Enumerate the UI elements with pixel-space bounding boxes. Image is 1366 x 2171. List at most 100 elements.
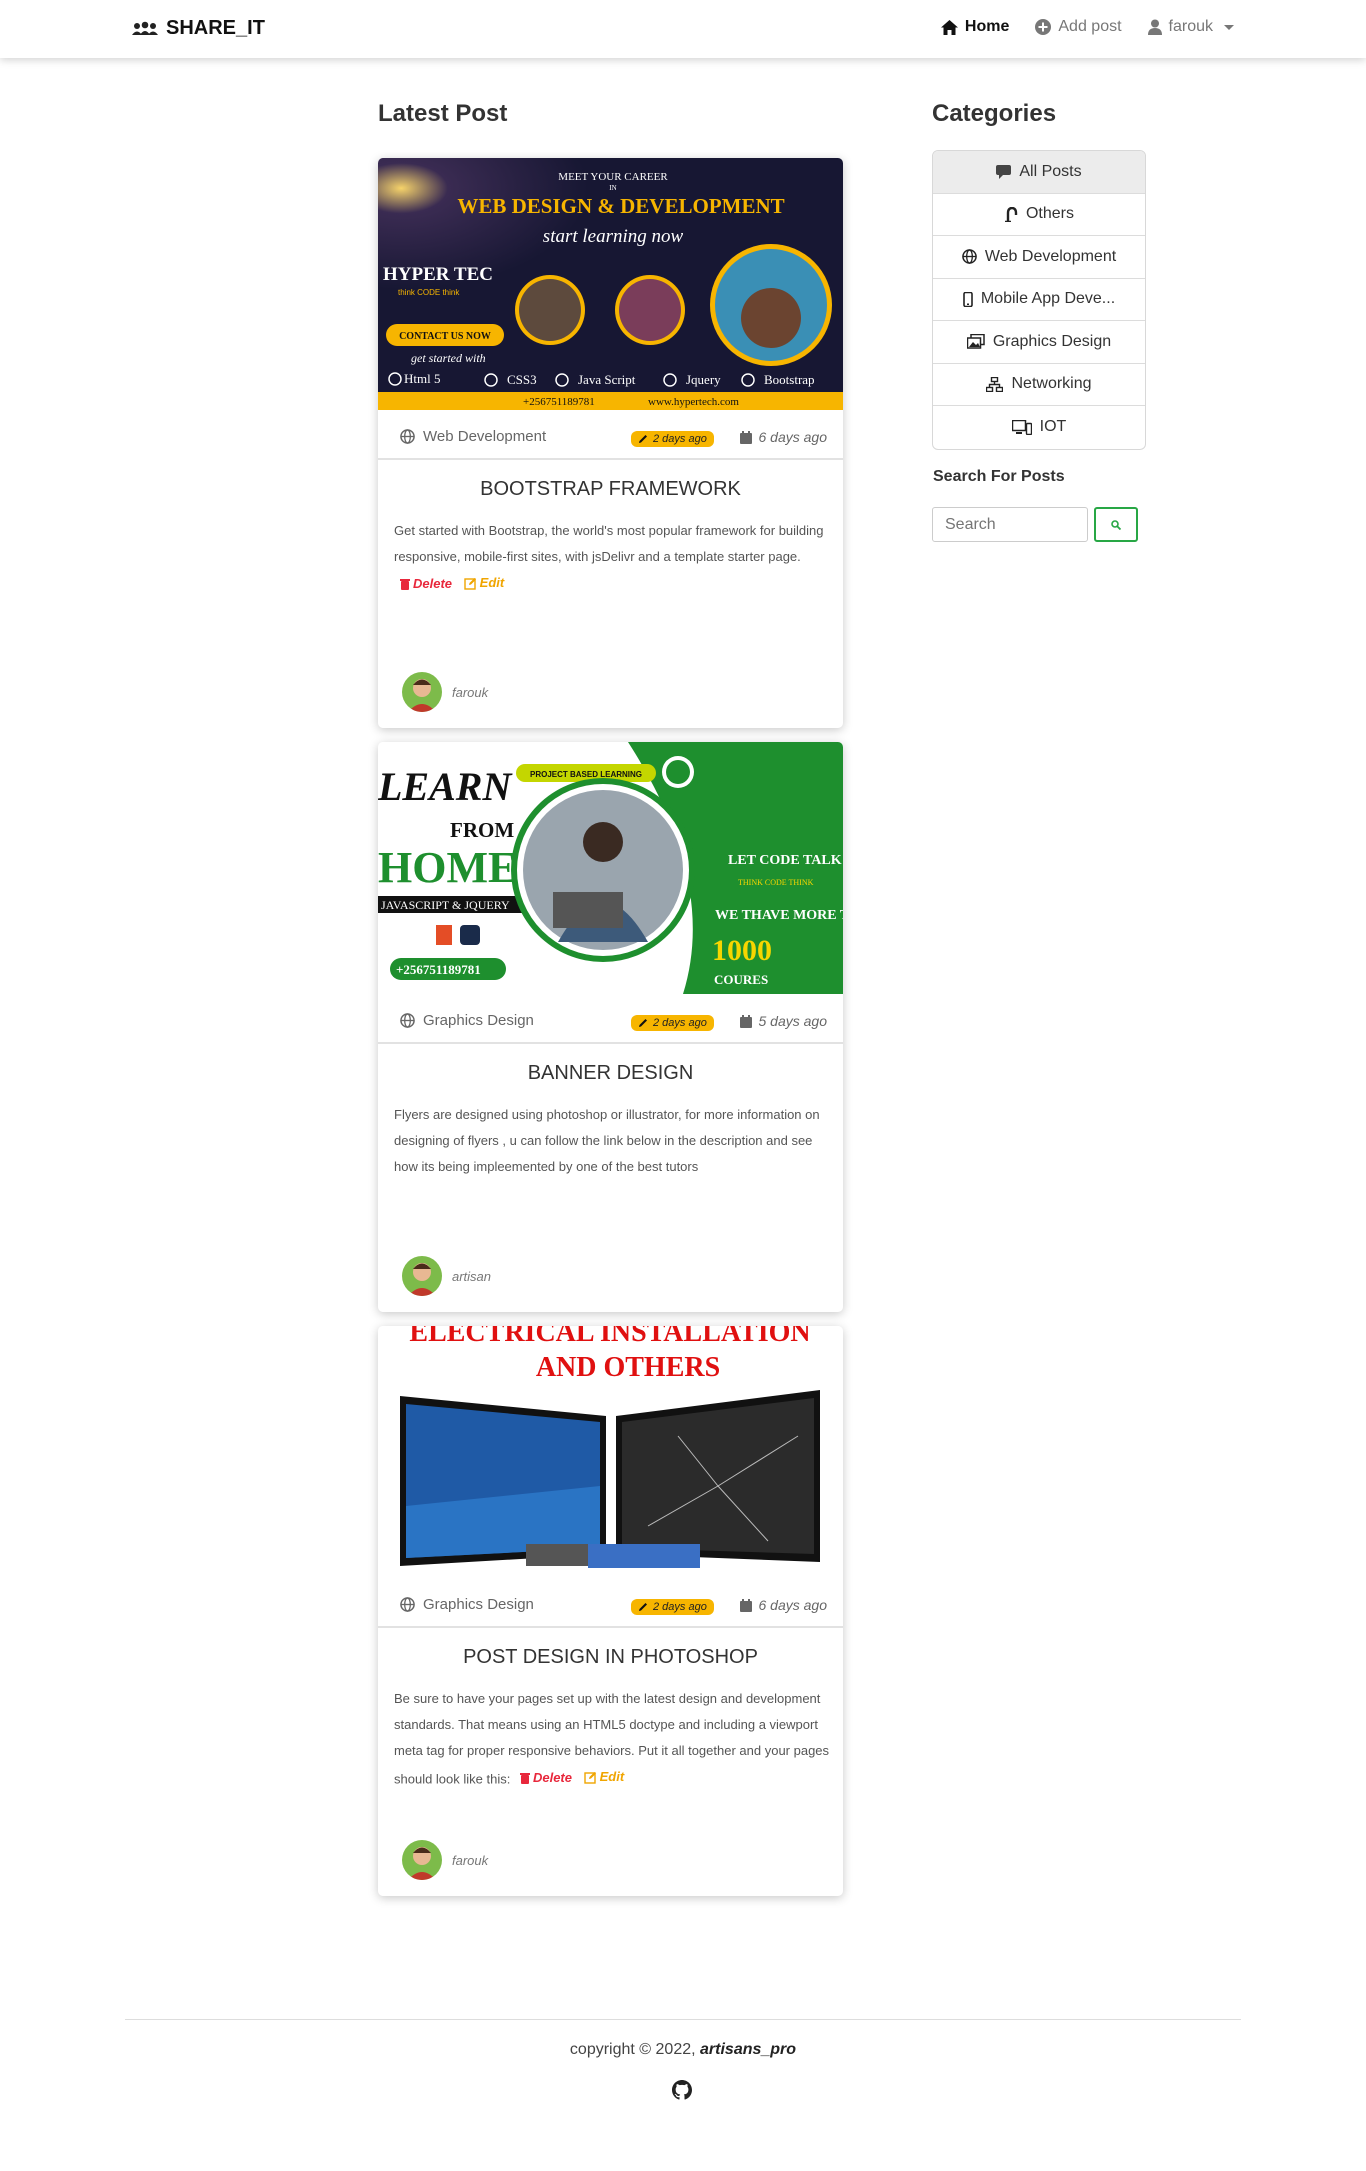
post-category[interactable]: Graphics Design — [400, 1012, 534, 1029]
plus-circle-icon — [1035, 19, 1052, 35]
post-title[interactable]: BANNER DESIGN — [378, 1062, 843, 1085]
search-button[interactable] — [1094, 507, 1138, 542]
post-image[interactable]: LEARN FROM HOME JAVASCRIPT & JQUERY +256… — [378, 742, 843, 994]
img-text: +256751189781 — [523, 396, 595, 408]
categories-list: All Posts Others Web Development Mobile … — [932, 150, 1146, 450]
copyright-owner[interactable]: artisans_pro — [700, 2041, 796, 2058]
post-body: Get started with Bootstrap, the world's … — [394, 518, 834, 599]
post-category-label: Graphics Design — [423, 1012, 534, 1029]
delete-label: Delete — [532, 1769, 572, 1785]
copyright-text: copyright © 2022, — [569, 2041, 696, 2058]
search-label: Search For Posts — [933, 468, 1065, 485]
updated-badge-label: 2 days ago — [653, 1601, 707, 1613]
nav-home[interactable]: Home — [940, 18, 1010, 36]
images-icon — [966, 334, 985, 349]
img-text: Html 5 — [404, 371, 440, 386]
pencil-icon — [639, 435, 647, 443]
post-image[interactable]: ELECTRICAL INSTALLATION AND OTHERS — [378, 1326, 843, 1578]
post-date-label: 6 days ago — [758, 1597, 828, 1613]
post-title[interactable]: POST DESIGN IN PHOTOSHOP — [378, 1646, 843, 1669]
category-label: Mobile App Deve... — [980, 290, 1116, 308]
devices-icon — [1011, 419, 1032, 435]
network-icon — [986, 376, 1004, 392]
edit-label: Edit — [599, 1769, 625, 1784]
edit-icon — [463, 577, 476, 590]
post-image-graphic: LEARN FROM HOME JAVASCRIPT & JQUERY +256… — [378, 742, 843, 994]
category-others[interactable]: Others — [933, 194, 1145, 236]
img-text: HOME — [378, 843, 517, 892]
post-category[interactable]: Web Development — [400, 428, 546, 445]
category-graphics-design[interactable]: Graphics Design — [933, 321, 1145, 364]
category-iot[interactable]: IOT — [933, 406, 1145, 449]
img-text: PROJECT BASED LEARNING — [530, 770, 642, 779]
img-text: LEARN — [378, 764, 513, 809]
nav-user-label: farouk — [1168, 18, 1213, 35]
img-text: JAVASCRIPT & JQUERY — [381, 898, 510, 912]
delete-button[interactable]: Delete — [400, 571, 452, 597]
edit-button[interactable]: Edit — [583, 1764, 625, 1790]
delete-button[interactable]: Delete — [519, 1765, 572, 1791]
post-meta: Graphics Design 2 days ago 6 days ago — [378, 1578, 843, 1628]
post-author-name: farouk — [452, 1852, 489, 1868]
updated-badge-label: 2 days ago — [653, 433, 707, 445]
updated-badge: 2 days ago — [631, 1015, 714, 1031]
category-web-development[interactable]: Web Development — [933, 236, 1145, 279]
img-text: IN — [609, 184, 616, 192]
post-category-label: Web Development — [423, 428, 547, 445]
github-link[interactable] — [672, 2080, 692, 2105]
post-date: 6 days ago — [739, 1597, 828, 1613]
brand[interactable]: SHARE_IT — [132, 17, 265, 40]
nav-add-post[interactable]: Add post — [1035, 18, 1122, 36]
category-label: Web Development — [984, 247, 1117, 265]
nav-add-post-label: Add post — [1058, 18, 1122, 35]
user-icon — [1147, 19, 1162, 35]
avatar — [402, 672, 442, 712]
img-text: +256751189781 — [396, 962, 481, 977]
img-text: 1000 — [712, 934, 772, 967]
link-icon — [1004, 206, 1018, 222]
search-icon — [1111, 519, 1121, 530]
category-label: Graphics Design — [992, 332, 1112, 350]
post-body: Flyers are designed using photoshop or i… — [394, 1102, 834, 1180]
globe-icon — [962, 249, 977, 265]
img-text: FROM — [450, 818, 514, 842]
img-text: get started with — [411, 351, 486, 365]
calendar-icon — [739, 430, 752, 444]
nav-user-dropdown[interactable]: farouk — [1147, 18, 1234, 36]
people-icon — [132, 21, 158, 35]
post-image-graphic: ELECTRICAL INSTALLATION AND OTHERS — [378, 1326, 843, 1578]
globe-icon — [400, 1013, 415, 1028]
edit-button[interactable]: Edit — [463, 570, 505, 596]
post-date: 6 days ago — [739, 429, 828, 445]
category-networking[interactable]: Networking — [933, 364, 1145, 406]
post-body-text: Get started with Bootstrap, the world's … — [394, 523, 824, 564]
img-text: CONTACT US NOW — [399, 331, 491, 342]
phone-icon — [963, 291, 973, 307]
search-input[interactable] — [932, 507, 1088, 542]
avatar — [402, 1840, 442, 1880]
categories-heading: Categories — [932, 100, 1057, 127]
pencil-icon — [639, 1603, 647, 1611]
post-author[interactable]: farouk — [402, 672, 488, 712]
nav-home-label: Home — [964, 18, 1010, 35]
post-image-graphic: MEET YOUR CAREER IN WEB DESIGN & DEVELOP… — [378, 158, 843, 410]
img-text: HYPER TEC — [383, 264, 493, 285]
github-icon — [672, 2080, 692, 2100]
post-category-label: Graphics Design — [423, 1596, 534, 1613]
post-image[interactable]: MEET YOUR CAREER IN WEB DESIGN & DEVELOP… — [378, 158, 843, 410]
post-author[interactable]: artisan — [402, 1256, 491, 1296]
post-author-name: artisan — [452, 1268, 492, 1284]
pencil-icon — [639, 1019, 647, 1027]
calendar-icon — [739, 1014, 752, 1028]
category-label: IOT — [1039, 418, 1067, 436]
post-title[interactable]: BOOTSTRAP FRAMEWORK — [378, 478, 843, 501]
category-mobile-app[interactable]: Mobile App Deve... — [933, 279, 1145, 321]
post-meta: Graphics Design 2 days ago 5 days ago — [378, 994, 843, 1044]
post-author[interactable]: farouk — [402, 1840, 488, 1880]
post-date-label: 6 days ago — [758, 429, 828, 445]
edit-label: Edit — [479, 575, 505, 590]
category-all-posts[interactable]: All Posts — [933, 151, 1145, 194]
home-icon — [940, 19, 958, 35]
img-text: AND OTHERS — [536, 1352, 720, 1383]
post-category[interactable]: Graphics Design — [400, 1596, 534, 1613]
